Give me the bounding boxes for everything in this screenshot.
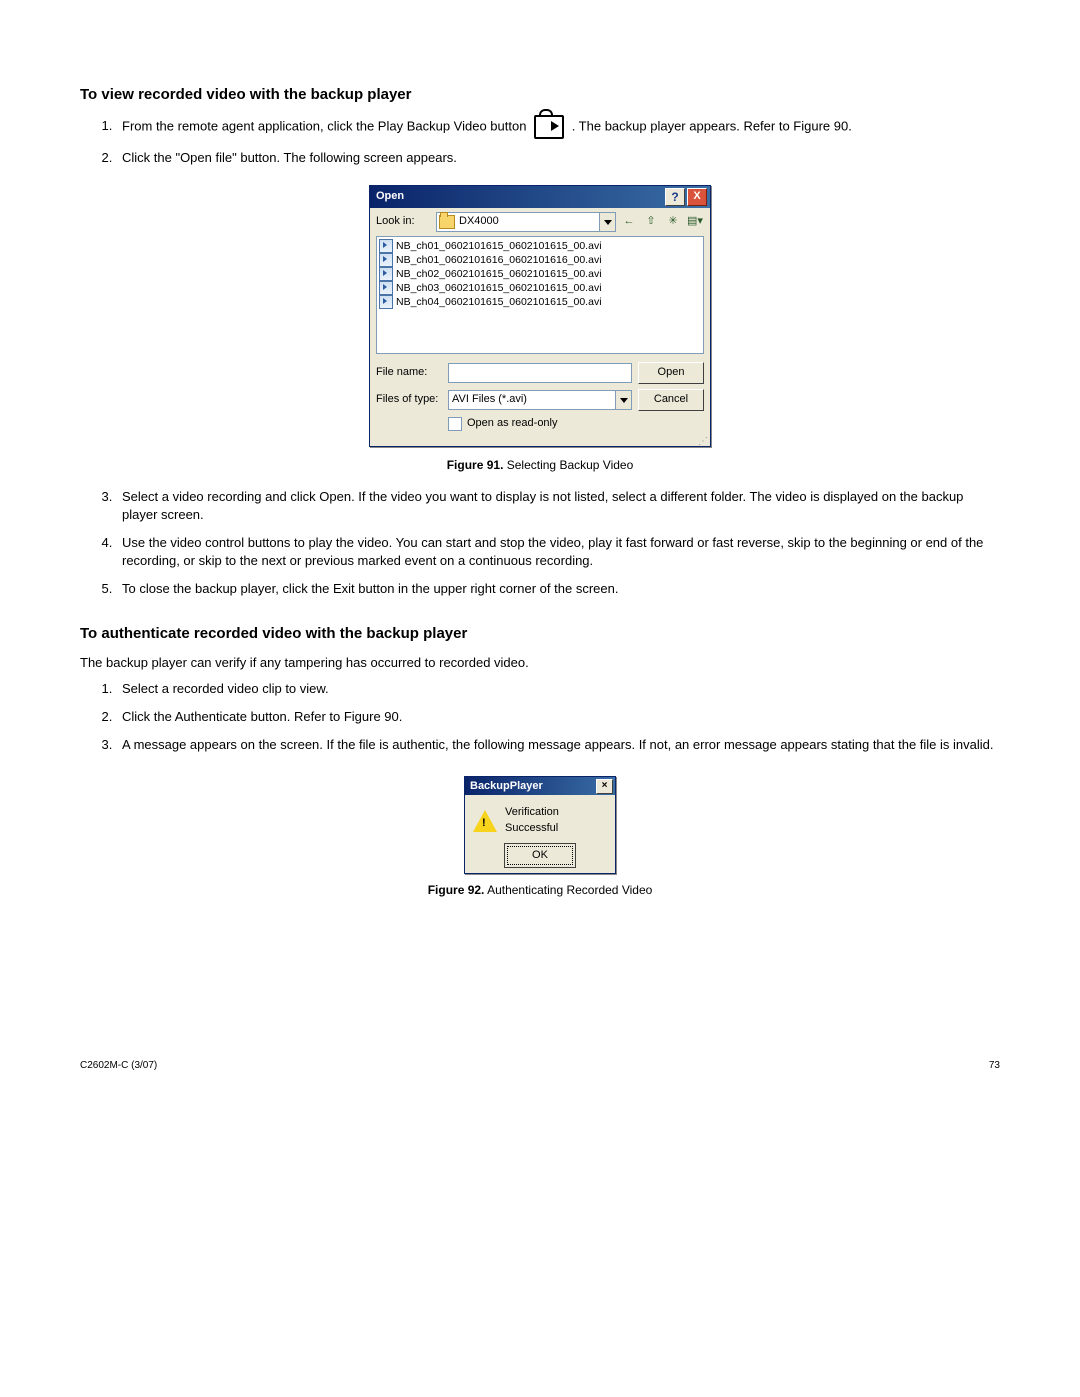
open-button[interactable]: Open <box>638 362 704 384</box>
file-item[interactable]: NB_ch03_0602101615_0602101615_00.avi <box>379 281 701 295</box>
filetype-combo[interactable]: AVI Files (*.avi) <box>448 390 632 410</box>
filetype-label: Files of type: <box>376 392 442 407</box>
readonly-checkbox[interactable] <box>448 417 462 431</box>
cancel-button[interactable]: Cancel <box>638 389 704 411</box>
up-one-level-icon[interactable]: ⇧ <box>642 213 660 231</box>
file-list[interactable]: NB_ch01_0602101615_0602101615_00.avi NB_… <box>376 236 704 354</box>
file-name: NB_ch01_0602101615_0602101615_00.avi <box>396 239 602 254</box>
file-name: NB_ch02_0602101615_0602101615_00.avi <box>396 267 602 282</box>
file-item[interactable]: NB_ch01_0602101615_0602101615_00.avi <box>379 239 701 253</box>
open-dialog-title: Open <box>376 189 404 204</box>
lookin-combo[interactable]: DX4000 <box>436 212 616 232</box>
folder-icon <box>439 215 455 229</box>
file-name: NB_ch03_0602101615_0602101615_00.avi <box>396 281 602 296</box>
avi-file-icon <box>379 239 393 253</box>
msgbox-body: Verification Successful <box>505 805 607 836</box>
verification-msgbox: BackupPlayer × Verification Successful O… <box>464 776 616 874</box>
figure-91: Open ? X Look in: DX4000 ← ⇧ ✳ ▤▾ NB_ch0… <box>80 185 1000 449</box>
resize-grip-icon[interactable]: ⋰ <box>370 438 710 446</box>
footer-docid: C2602M-C (3/07) <box>80 1059 157 1073</box>
auth-step-3: A message appears on the screen. If the … <box>116 736 1000 754</box>
steps-view-recorded-cont: Select a video recording and click Open.… <box>80 488 1000 599</box>
file-item[interactable]: NB_ch04_0602101615_0602101615_00.avi <box>379 295 701 309</box>
auth-intro: The backup player can verify if any tamp… <box>80 654 1000 672</box>
open-dialog: Open ? X Look in: DX4000 ← ⇧ ✳ ▤▾ NB_ch0… <box>369 185 711 446</box>
auth-step-1: Select a recorded video clip to view. <box>116 680 1000 698</box>
step-1: From the remote agent application, click… <box>116 115 1000 139</box>
filename-input[interactable] <box>448 363 632 383</box>
close-button[interactable]: X <box>687 188 707 206</box>
heading-authenticate: To authenticate recorded video with the … <box>80 623 1000 644</box>
new-folder-icon[interactable]: ✳ <box>664 213 682 231</box>
filetype-value: AVI Files (*.avi) <box>452 392 527 407</box>
filename-label: File name: <box>376 365 442 380</box>
step-3: Select a video recording and click Open.… <box>116 488 1000 524</box>
ok-button[interactable]: OK <box>507 846 573 865</box>
step-5: To close the backup player, click the Ex… <box>116 580 1000 598</box>
help-button[interactable]: ? <box>665 188 685 206</box>
steps-view-recorded: From the remote agent application, click… <box>80 115 1000 167</box>
step-4: Use the video control buttons to play th… <box>116 534 1000 570</box>
play-backup-video-icon <box>534 115 564 139</box>
file-name: NB_ch04_0602101615_0602101615_00.avi <box>396 295 602 310</box>
file-name: NB_ch01_0602101616_0602101616_00.avi <box>396 253 602 268</box>
figure-92: BackupPlayer × Verification Successful O… <box>80 776 1000 874</box>
avi-file-icon <box>379 267 393 281</box>
auth-step-2: Click the Authenticate button. Refer to … <box>116 708 1000 726</box>
warning-icon <box>473 810 497 832</box>
open-dialog-titlebar: Open ? X <box>370 186 710 208</box>
lookin-value: DX4000 <box>459 214 499 229</box>
heading-view-recorded: To view recorded video with the backup p… <box>80 84 1000 105</box>
avi-file-icon <box>379 295 393 309</box>
steps-auth: Select a recorded video clip to view. Cl… <box>80 680 1000 755</box>
close-icon[interactable]: × <box>596 779 613 794</box>
file-item[interactable]: NB_ch02_0602101615_0602101615_00.avi <box>379 267 701 281</box>
avi-file-icon <box>379 253 393 267</box>
msgbox-title: BackupPlayer <box>470 779 543 794</box>
lookin-row: Look in: DX4000 ← ⇧ ✳ ▤▾ <box>370 208 710 236</box>
chevron-down-icon[interactable] <box>599 213 615 231</box>
step-1-pre: From the remote agent application, click… <box>122 118 526 133</box>
views-icon[interactable]: ▤▾ <box>686 213 704 231</box>
back-icon[interactable]: ← <box>620 213 638 231</box>
file-item[interactable]: NB_ch01_0602101616_0602101616_00.avi <box>379 253 701 267</box>
figure-91-caption: Figure 91. Selecting Backup Video <box>80 457 1000 474</box>
step-2: Click the "Open file" button. The follow… <box>116 149 1000 167</box>
lookin-label: Look in: <box>376 214 432 229</box>
footer-pagenum: 73 <box>989 1059 1000 1073</box>
chevron-down-icon[interactable] <box>615 391 631 409</box>
msgbox-titlebar: BackupPlayer × <box>465 777 615 795</box>
figure-92-caption: Figure 92. Authenticating Recorded Video <box>80 882 1000 899</box>
page-footer: C2602M-C (3/07) 73 <box>80 1059 1000 1073</box>
step-1-post: . The backup player appears. Refer to Fi… <box>572 118 852 133</box>
avi-file-icon <box>379 281 393 295</box>
readonly-label: Open as read-only <box>467 416 558 431</box>
